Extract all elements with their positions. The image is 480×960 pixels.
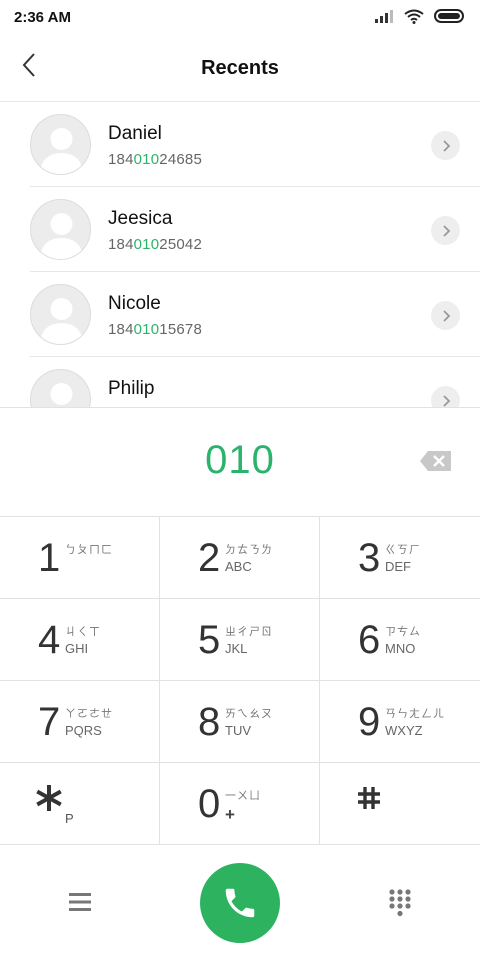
contact-number: 18401015678 xyxy=(108,321,202,338)
menu-button[interactable] xyxy=(62,887,98,917)
recents-list: Daniel 18401024685 Jeesica 18401025042 N… xyxy=(0,102,480,407)
keypad: 1 ㄅㄆㄇㄈ 2 ㄉㄊㄋㄌ ABC 3 ㄍㄎㄏ DEF 4 ㄐㄑㄒ GHI 5 … xyxy=(0,517,480,845)
key-digit: 2 xyxy=(198,536,221,580)
key-letters: GHI xyxy=(65,641,89,656)
contact-row[interactable]: Nicole 18401015678 xyxy=(0,272,480,357)
key-bopomofo: 一ㄨㄩ xyxy=(225,790,261,802)
contact-detail-button[interactable] xyxy=(431,131,460,160)
person-icon xyxy=(50,383,73,405)
phone-icon xyxy=(225,888,255,918)
signal-icon xyxy=(374,9,394,28)
key-hash[interactable] xyxy=(320,763,480,845)
key-letters: TUV xyxy=(225,723,251,738)
key-5[interactable]: 5 ㄓㄔㄕㄖ JKL xyxy=(160,599,320,681)
contact-name: Nicole xyxy=(108,293,161,314)
key-digit: 4 xyxy=(38,618,61,662)
key-bopomofo: ㄉㄊㄋㄌ xyxy=(225,544,273,556)
contact-name: Philip xyxy=(108,378,155,399)
status-bar: 2:36 AM xyxy=(0,0,480,36)
key-digit: 9 xyxy=(358,700,381,744)
avatar xyxy=(30,284,91,345)
wifi-icon xyxy=(404,9,424,29)
bottom-bar xyxy=(0,845,480,960)
hash-icon xyxy=(356,785,382,816)
status-icons xyxy=(374,8,466,29)
contact-number: 18401024685 xyxy=(108,151,202,168)
backspace-icon xyxy=(420,451,451,471)
avatar xyxy=(30,114,91,175)
key-letters: ABC xyxy=(225,559,252,574)
key-8[interactable]: 8 ㄞㄟㄠㄡ TUV xyxy=(160,681,320,763)
dialpad-icon xyxy=(389,889,411,917)
key-star[interactable]: P xyxy=(0,763,160,845)
key-digit: 5 xyxy=(198,618,221,662)
key-digit: 0 xyxy=(198,782,221,826)
contact-detail-button[interactable] xyxy=(431,216,460,245)
key-bopomofo: ㄢㄣㄤㄥㄦ xyxy=(385,708,445,720)
backspace-button[interactable] xyxy=(419,449,453,473)
key-digit: 1 xyxy=(38,536,61,580)
key-bopomofo: ㄗㄘㄙ xyxy=(385,626,421,638)
key-9[interactable]: 9 ㄢㄣㄤㄥㄦ WXYZ xyxy=(320,681,480,763)
chevron-right-icon xyxy=(442,309,450,322)
key-letters: + xyxy=(225,805,235,824)
dial-display: 010 xyxy=(0,407,480,517)
key-letters: WXYZ xyxy=(385,723,423,738)
key-3[interactable]: 3 ㄍㄎㄏ DEF xyxy=(320,517,480,599)
battery-icon xyxy=(434,8,466,29)
call-button[interactable] xyxy=(200,863,280,943)
key-digit: 3 xyxy=(358,536,381,580)
status-time: 2:36 AM xyxy=(14,9,71,26)
avatar xyxy=(30,369,91,407)
contact-number: 18401025042 xyxy=(108,236,202,253)
key-bopomofo: ㄅㄆㄇㄈ xyxy=(65,544,113,556)
key-letters: JKL xyxy=(225,641,248,656)
dialed-number: 010 xyxy=(205,438,275,482)
key-2[interactable]: 2 ㄉㄊㄋㄌ ABC xyxy=(160,517,320,599)
person-icon xyxy=(39,213,84,259)
header: Recents xyxy=(0,36,480,102)
contact-name: Daniel xyxy=(108,123,162,144)
key-digit: 8 xyxy=(198,700,221,744)
key-bopomofo: ㄞㄟㄠㄡ xyxy=(225,708,273,720)
key-1[interactable]: 1 ㄅㄆㄇㄈ xyxy=(0,517,160,599)
page-title: Recents xyxy=(201,57,279,79)
contact-name: Jeesica xyxy=(108,208,173,229)
key-bopomofo: ㄚㄛㄜㄝ xyxy=(65,708,113,720)
person-icon xyxy=(39,298,84,344)
chevron-right-icon xyxy=(442,394,450,407)
key-6[interactable]: 6 ㄗㄘㄙ MNO xyxy=(320,599,480,681)
key-digit: 7 xyxy=(38,700,61,744)
contact-row[interactable]: Philip xyxy=(0,357,480,407)
person-icon xyxy=(39,128,84,174)
chevron-right-icon xyxy=(442,224,450,237)
contact-detail-button[interactable] xyxy=(431,386,460,407)
key-bopomofo: ㄐㄑㄒ xyxy=(65,626,101,638)
key-digit: 6 xyxy=(358,618,381,662)
key-4[interactable]: 4 ㄐㄑㄒ GHI xyxy=(0,599,160,681)
key-7[interactable]: 7 ㄚㄛㄜㄝ PQRS xyxy=(0,681,160,763)
avatar xyxy=(30,199,91,260)
key-bopomofo: ㄓㄔㄕㄖ xyxy=(225,626,273,638)
asterisk-icon xyxy=(36,785,62,816)
key-0[interactable]: 0 一ㄨㄩ + xyxy=(160,763,320,845)
contact-detail-button[interactable] xyxy=(431,301,460,330)
key-letters: P xyxy=(65,811,74,826)
chevron-right-icon xyxy=(442,139,450,152)
dialpad-toggle-button[interactable] xyxy=(382,885,418,921)
key-bopomofo: ㄍㄎㄏ xyxy=(385,544,421,556)
key-letters: PQRS xyxy=(65,723,102,738)
contact-row[interactable]: Jeesica 18401025042 xyxy=(0,187,480,272)
key-letters: MNO xyxy=(385,641,416,656)
key-letters: DEF xyxy=(385,559,411,574)
contact-row[interactable]: Daniel 18401024685 xyxy=(0,102,480,187)
menu-icon xyxy=(69,893,91,911)
